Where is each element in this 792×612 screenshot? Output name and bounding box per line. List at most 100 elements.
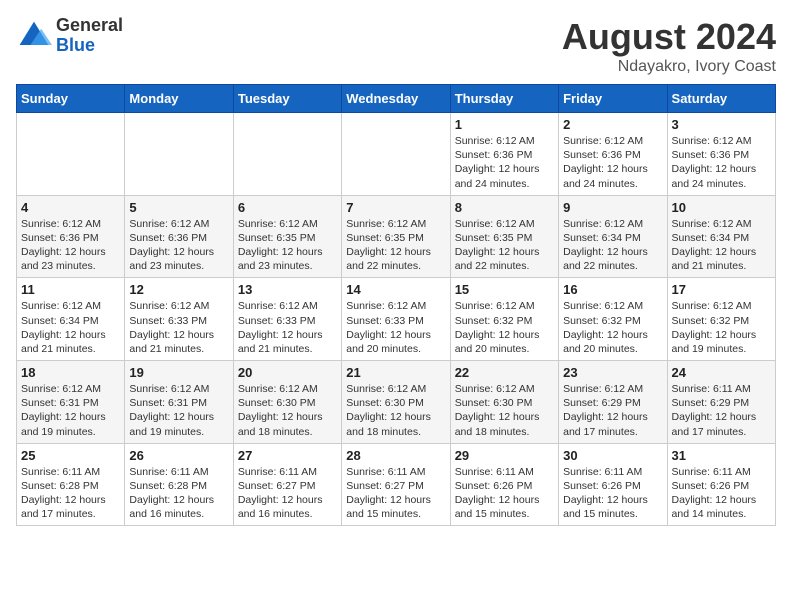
day-detail: Sunrise: 6:11 AM Sunset: 6:26 PM Dayligh… [455,465,554,522]
calendar-day-cell [17,113,125,196]
day-detail: Sunrise: 6:12 AM Sunset: 6:34 PM Dayligh… [672,217,771,274]
header: General Blue August 2024 Ndayakro, Ivory… [16,16,776,76]
day-number: 26 [129,448,228,463]
calendar-day-cell: 21 Sunrise: 6:12 AM Sunset: 6:30 PM Dayli… [342,361,450,444]
day-detail: Sunrise: 6:12 AM Sunset: 6:34 PM Dayligh… [21,299,120,356]
calendar-day-cell: 20 Sunrise: 6:12 AM Sunset: 6:30 PM Dayli… [233,361,341,444]
logo: General Blue [16,16,123,56]
day-number: 24 [672,365,771,380]
day-number: 23 [563,365,662,380]
calendar-week-row: 25 Sunrise: 6:11 AM Sunset: 6:28 PM Dayli… [17,443,776,526]
calendar-day-header: Tuesday [233,85,341,113]
day-number: 5 [129,200,228,215]
calendar-day-cell: 2Sunrise: 6:12 AM Sunset: 6:36 PM Daylig… [559,113,667,196]
day-detail: Sunrise: 6:12 AM Sunset: 6:36 PM Dayligh… [129,217,228,274]
day-detail: Sunrise: 6:11 AM Sunset: 6:29 PM Dayligh… [672,382,771,439]
calendar-day-cell: 19Sunrise: 6:12 AM Sunset: 6:31 PM Dayli… [125,361,233,444]
day-number: 21 [346,365,445,380]
calendar-day-cell: 6 Sunrise: 6:12 AM Sunset: 6:35 PM Daylig… [233,195,341,278]
calendar-day-cell: 22 Sunrise: 6:12 AM Sunset: 6:30 PM Dayli… [450,361,558,444]
calendar-day-cell: 9Sunrise: 6:12 AM Sunset: 6:34 PM Daylig… [559,195,667,278]
calendar-week-row: 18 Sunrise: 6:12 AM Sunset: 6:31 PM Dayli… [17,361,776,444]
calendar-day-cell: 24 Sunrise: 6:11 AM Sunset: 6:29 PM Dayli… [667,361,775,444]
day-detail: Sunrise: 6:12 AM Sunset: 6:36 PM Dayligh… [672,134,771,191]
day-detail: Sunrise: 6:12 AM Sunset: 6:29 PM Dayligh… [563,382,662,439]
day-detail: Sunrise: 6:11 AM Sunset: 6:28 PM Dayligh… [21,465,120,522]
calendar-day-cell: 5 Sunrise: 6:12 AM Sunset: 6:36 PM Daylig… [125,195,233,278]
calendar-day-cell: 15Sunrise: 6:12 AM Sunset: 6:32 PM Dayli… [450,278,558,361]
calendar-week-row: 4 Sunrise: 6:12 AM Sunset: 6:36 PM Daylig… [17,195,776,278]
calendar-day-header: Monday [125,85,233,113]
calendar-day-header: Wednesday [342,85,450,113]
calendar-week-row: 11Sunrise: 6:12 AM Sunset: 6:34 PM Dayli… [17,278,776,361]
calendar-day-cell: 23 Sunrise: 6:12 AM Sunset: 6:29 PM Dayli… [559,361,667,444]
day-detail: Sunrise: 6:11 AM Sunset: 6:26 PM Dayligh… [672,465,771,522]
calendar-day-cell: 17 Sunrise: 6:12 AM Sunset: 6:32 PM Dayli… [667,278,775,361]
calendar-day-header: Saturday [667,85,775,113]
day-number: 17 [672,282,771,297]
day-detail: Sunrise: 6:11 AM Sunset: 6:27 PM Dayligh… [346,465,445,522]
calendar-day-cell: 1 Sunrise: 6:12 AM Sunset: 6:36 PM Daylig… [450,113,558,196]
day-number: 12 [129,282,228,297]
calendar-day-cell: 27Sunrise: 6:11 AM Sunset: 6:27 PM Dayli… [233,443,341,526]
calendar-day-cell [125,113,233,196]
day-detail: Sunrise: 6:11 AM Sunset: 6:28 PM Dayligh… [129,465,228,522]
day-detail: Sunrise: 6:12 AM Sunset: 6:35 PM Dayligh… [455,217,554,274]
calendar-week-row: 1 Sunrise: 6:12 AM Sunset: 6:36 PM Daylig… [17,113,776,196]
day-number: 20 [238,365,337,380]
day-detail: Sunrise: 6:12 AM Sunset: 6:36 PM Dayligh… [455,134,554,191]
calendar-header-row: SundayMondayTuesdayWednesdayThursdayFrid… [17,85,776,113]
day-number: 1 [455,117,554,132]
day-detail: Sunrise: 6:12 AM Sunset: 6:33 PM Dayligh… [238,299,337,356]
calendar-day-cell: 31 Sunrise: 6:11 AM Sunset: 6:26 PM Dayli… [667,443,775,526]
day-detail: Sunrise: 6:12 AM Sunset: 6:30 PM Dayligh… [346,382,445,439]
subtitle: Ndayakro, Ivory Coast [562,58,776,76]
calendar-day-cell: 7 Sunrise: 6:12 AM Sunset: 6:35 PM Daylig… [342,195,450,278]
calendar-day-cell: 16 Sunrise: 6:12 AM Sunset: 6:32 PM Dayli… [559,278,667,361]
day-number: 30 [563,448,662,463]
day-detail: Sunrise: 6:12 AM Sunset: 6:30 PM Dayligh… [455,382,554,439]
day-detail: Sunrise: 6:12 AM Sunset: 6:31 PM Dayligh… [21,382,120,439]
calendar-day-header: Thursday [450,85,558,113]
day-number: 29 [455,448,554,463]
day-number: 25 [21,448,120,463]
day-detail: Sunrise: 6:12 AM Sunset: 6:33 PM Dayligh… [129,299,228,356]
day-detail: Sunrise: 6:12 AM Sunset: 6:30 PM Dayligh… [238,382,337,439]
day-detail: Sunrise: 6:12 AM Sunset: 6:35 PM Dayligh… [238,217,337,274]
day-number: 2 [563,117,662,132]
day-detail: Sunrise: 6:12 AM Sunset: 6:35 PM Dayligh… [346,217,445,274]
calendar-day-cell: 10 Sunrise: 6:12 AM Sunset: 6:34 PM Dayli… [667,195,775,278]
day-number: 7 [346,200,445,215]
day-number: 6 [238,200,337,215]
calendar-day-cell: 18 Sunrise: 6:12 AM Sunset: 6:31 PM Dayli… [17,361,125,444]
calendar-day-cell: 30Sunrise: 6:11 AM Sunset: 6:26 PM Dayli… [559,443,667,526]
day-number: 9 [563,200,662,215]
day-number: 18 [21,365,120,380]
day-number: 27 [238,448,337,463]
calendar-day-header: Friday [559,85,667,113]
day-number: 22 [455,365,554,380]
day-detail: Sunrise: 6:12 AM Sunset: 6:32 PM Dayligh… [563,299,662,356]
day-number: 4 [21,200,120,215]
calendar-table: SundayMondayTuesdayWednesdayThursdayFrid… [16,84,776,526]
day-number: 3 [672,117,771,132]
calendar-day-cell: 26 Sunrise: 6:11 AM Sunset: 6:28 PM Dayli… [125,443,233,526]
day-number: 28 [346,448,445,463]
day-number: 31 [672,448,771,463]
day-number: 16 [563,282,662,297]
calendar-day-cell: 25 Sunrise: 6:11 AM Sunset: 6:28 PM Dayli… [17,443,125,526]
day-number: 13 [238,282,337,297]
day-detail: Sunrise: 6:12 AM Sunset: 6:33 PM Dayligh… [346,299,445,356]
calendar-day-cell: 12 Sunrise: 6:12 AM Sunset: 6:33 PM Dayli… [125,278,233,361]
day-number: 14 [346,282,445,297]
calendar-day-cell: 28 Sunrise: 6:11 AM Sunset: 6:27 PM Dayli… [342,443,450,526]
day-detail: Sunrise: 6:12 AM Sunset: 6:36 PM Dayligh… [21,217,120,274]
day-number: 8 [455,200,554,215]
calendar-day-cell: 13 Sunrise: 6:12 AM Sunset: 6:33 PM Dayli… [233,278,341,361]
calendar-day-cell: 8 Sunrise: 6:12 AM Sunset: 6:35 PM Daylig… [450,195,558,278]
day-number: 10 [672,200,771,215]
title-area: August 2024 Ndayakro, Ivory Coast [562,16,776,76]
calendar-day-header: Sunday [17,85,125,113]
day-detail: Sunrise: 6:12 AM Sunset: 6:32 PM Dayligh… [672,299,771,356]
calendar-day-cell: 14 Sunrise: 6:12 AM Sunset: 6:33 PM Dayli… [342,278,450,361]
